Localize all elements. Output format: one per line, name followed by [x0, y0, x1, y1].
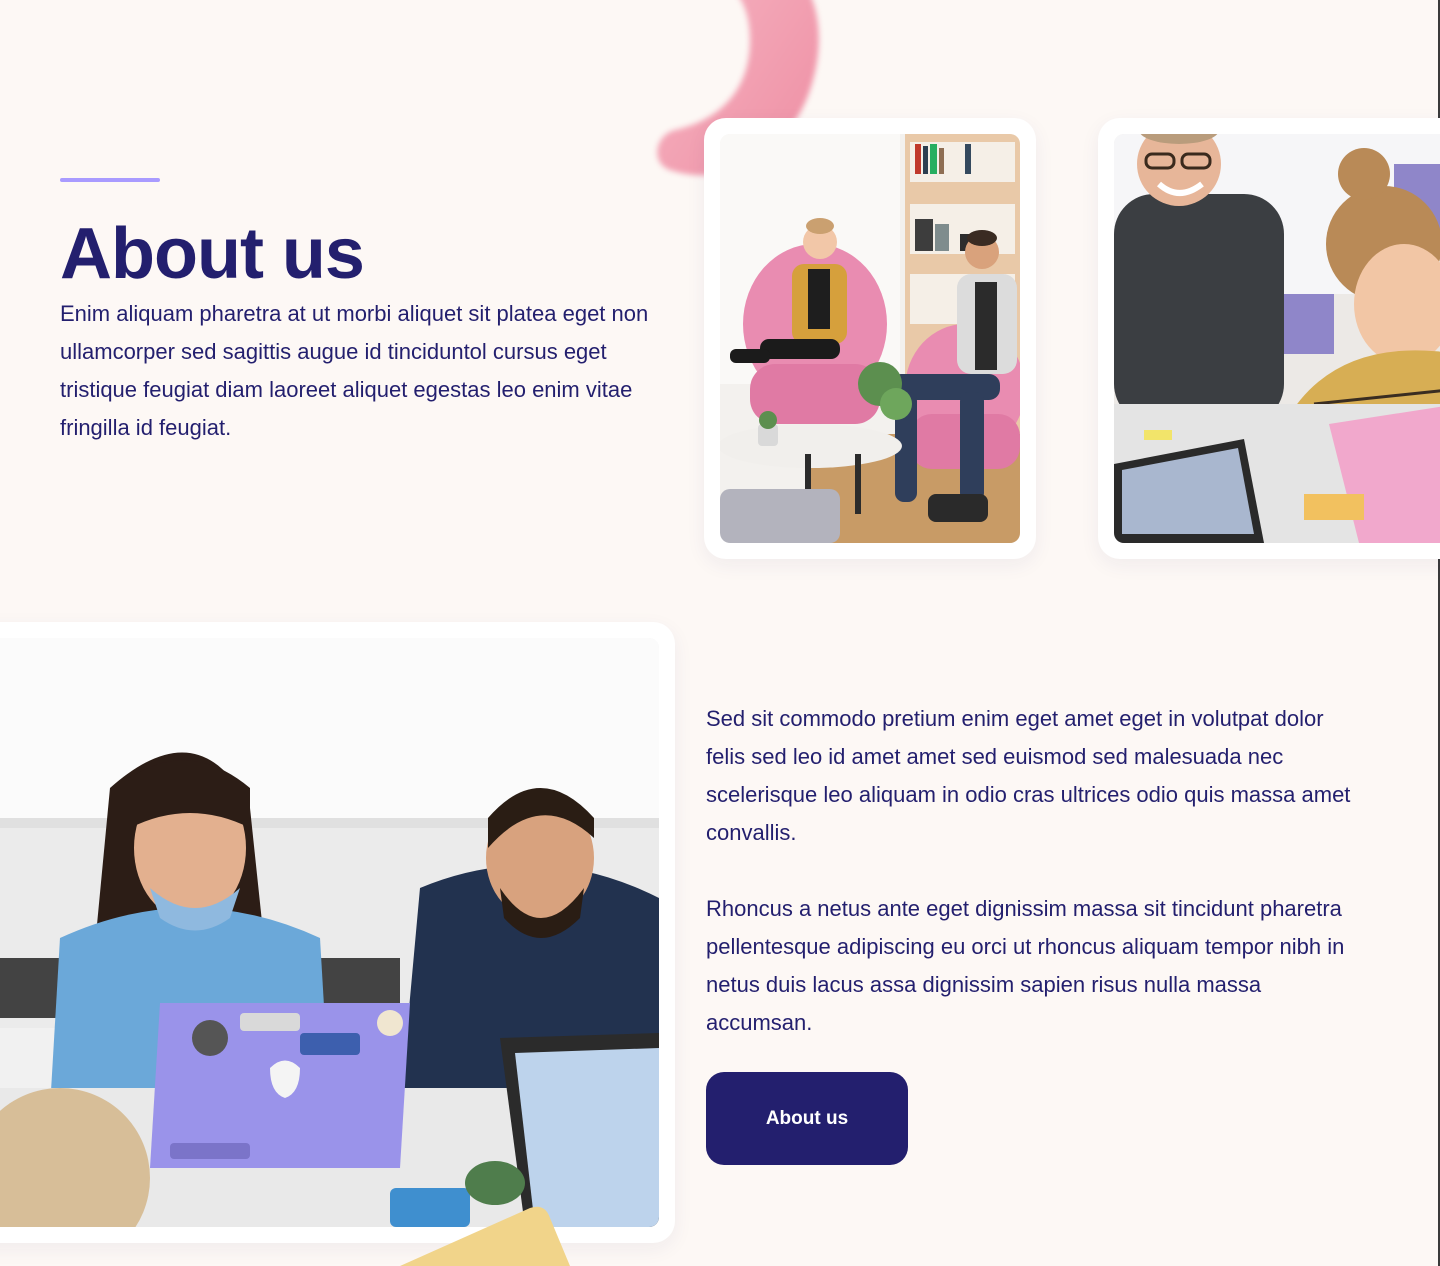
- about-us-button[interactable]: About us: [706, 1072, 908, 1165]
- team-laughing-photo: [1114, 134, 1440, 543]
- coworking-laptop-photo: [0, 638, 659, 1227]
- lounge-conversation-photo: [720, 134, 1020, 543]
- heading-accent-line: [60, 178, 160, 182]
- details-paragraph-2: Rhoncus a netus ante eget dignissim mass…: [706, 896, 1345, 1035]
- photo-card-lounge: [704, 118, 1036, 559]
- page-title: About us: [60, 214, 365, 294]
- details-paragraph-1: Sed sit commodo pretium enim eget amet e…: [706, 706, 1351, 845]
- yellow-decorative-shape: [400, 1206, 570, 1266]
- photo-card-coworking: [0, 622, 675, 1243]
- intro-paragraph: Enim aliquam pharetra at ut morbi alique…: [60, 301, 649, 440]
- photo-card-meeting: [1098, 118, 1440, 559]
